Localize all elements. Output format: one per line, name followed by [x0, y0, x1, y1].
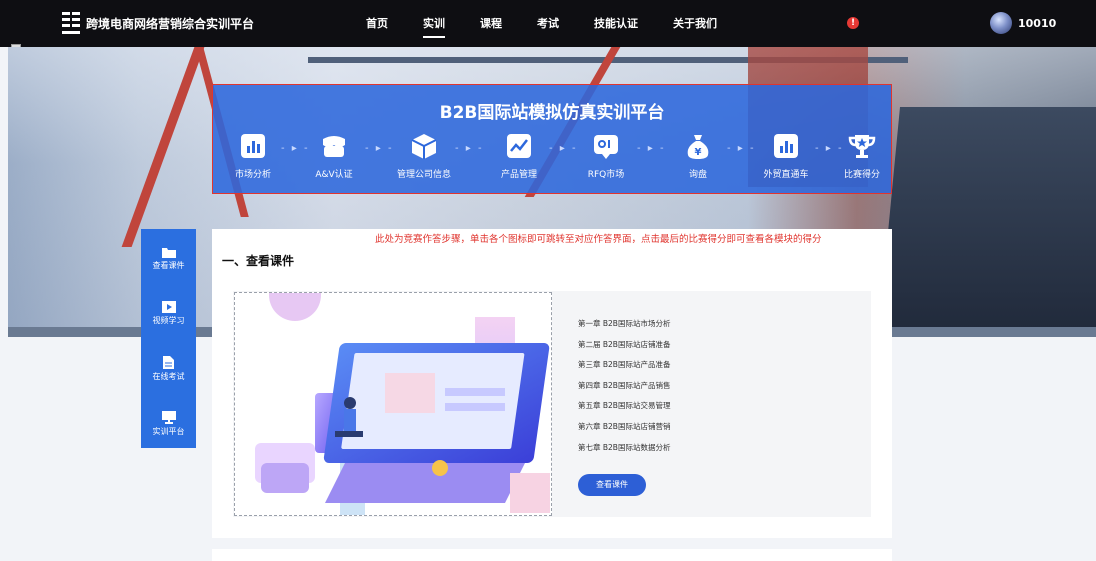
trophy-icon	[848, 135, 876, 158]
step-market-analysis[interactable]: 市场分析	[218, 129, 288, 180]
rfq-chat-icon	[594, 135, 618, 159]
step-label: 外贸直通车	[763, 170, 809, 180]
step-direct-train[interactable]: 外贸直通车	[751, 129, 821, 180]
section-title: 一、查看课件	[222, 254, 295, 268]
ship-decoration	[878, 107, 1096, 337]
step-label: 管理公司信息	[396, 170, 451, 180]
chapter-item[interactable]: 第二届 B2B国际站店铺准备	[578, 339, 670, 360]
nav-item-exams[interactable]: 考试	[537, 0, 559, 47]
avatar[interactable]	[990, 12, 1012, 34]
step-label: 市场分析	[234, 170, 271, 180]
top-navbar: 跨境电商网络营销综合实训平台 首页 实训 课程 考试 技能认证 关于我们 ! 1…	[0, 0, 1096, 47]
instruction-notice: 此处为竞赛作答步骤，单击各个图标即可跳转至对应作答界面，点击最后的比赛得分即可查…	[375, 234, 822, 245]
side-item-label: 实训平台	[152, 427, 185, 436]
step-label: 产品管理	[500, 170, 537, 180]
logo[interactable]: 跨境电商网络营销综合实训平台	[62, 12, 254, 34]
laptop-illustration	[255, 293, 550, 515]
monitor-icon	[161, 411, 176, 424]
alert-circle-icon[interactable]: !	[847, 17, 859, 29]
step-product-management[interactable]: 产品管理	[484, 129, 554, 180]
chapter-item[interactable]: 第六章 B2B国际站店铺营销	[578, 421, 670, 442]
svg-text:¥: ¥	[695, 147, 702, 158]
banner-title: B2B国际站模拟仿真实训平台	[439, 103, 665, 123]
document-icon	[163, 356, 174, 369]
side-item-label: 视频学习	[152, 316, 185, 325]
main-nav: 首页 实训 课程 考试 技能认证 关于我们	[366, 0, 752, 47]
chapter-list: 第一章 B2B国际站市场分析 第二届 B2B国际站店铺准备 第三章 B2B国际站…	[578, 318, 670, 462]
nav-item-about[interactable]: 关于我们	[673, 0, 717, 47]
video-icon	[161, 301, 176, 313]
storefront-icon	[323, 136, 345, 157]
arrow-right-icon: - ▸ -	[637, 143, 666, 154]
bar-chart-icon	[774, 134, 798, 158]
side-item-label: 查看课件	[152, 261, 185, 270]
step-inquiry[interactable]: ¥ 询盘	[663, 129, 733, 180]
chapter-item[interactable]: 第三章 B2B国际站产品准备	[578, 359, 670, 380]
side-item-online-exam[interactable]: 在线考试	[141, 356, 196, 382]
side-item-training-platform[interactable]: 实训平台	[141, 411, 196, 437]
step-av-certification[interactable]: A&V认证	[299, 129, 369, 180]
step-label: 比赛得分	[843, 170, 880, 180]
chapter-item[interactable]: 第四章 B2B国际站产品销售	[578, 380, 670, 401]
side-item-label: 在线考试	[152, 372, 185, 381]
step-label: RFQ市场	[587, 170, 625, 180]
logo-icon	[62, 12, 80, 34]
chapter-item[interactable]: 第七章 B2B国际站数据分析	[578, 442, 670, 463]
nav-item-certification[interactable]: 技能认证	[594, 0, 638, 47]
chapter-item[interactable]: 第一章 B2B国际站市场分析	[578, 318, 670, 339]
nav-item-home[interactable]: 首页	[366, 0, 388, 47]
trend-line-icon	[507, 134, 531, 158]
cube-icon	[411, 134, 437, 159]
courseware-illustration	[234, 292, 552, 516]
step-list: 市场分析 - ▸ - A&V认证 - ▸ - 管理公司信息 - ▸ - 产品管理…	[213, 129, 893, 189]
side-menu: 查看课件 视频学习 在线考试 实训平台	[141, 229, 196, 448]
user-menu[interactable]: 10010	[990, 12, 1056, 34]
training-steps-banner: B2B国际站模拟仿真实训平台 市场分析 - ▸ - A&V认证 - ▸ - 管理…	[212, 84, 892, 194]
chapter-item[interactable]: 第五章 B2B国际站交易管理	[578, 400, 670, 421]
crane-decoration	[121, 47, 205, 247]
next-section-card	[212, 549, 892, 561]
view-courseware-button[interactable]: 查看课件	[578, 474, 646, 496]
side-item-video-learning[interactable]: 视频学习	[141, 301, 196, 326]
step-competition-score[interactable]: 比赛得分	[827, 129, 897, 180]
money-bag-icon: ¥	[687, 135, 709, 159]
folder-icon	[161, 248, 176, 258]
arrow-right-icon: - ▸ -	[455, 143, 484, 154]
step-label: 询盘	[688, 170, 707, 180]
side-item-view-courseware[interactable]: 查看课件	[141, 247, 196, 271]
app-title: 跨境电商网络营销综合实训平台	[86, 16, 255, 31]
step-rfq-market[interactable]: RFQ市场	[571, 129, 641, 180]
step-label: A&V认证	[315, 170, 353, 180]
user-id: 10010	[1018, 16, 1057, 30]
step-company-info[interactable]: 管理公司信息	[389, 129, 459, 180]
nav-item-training[interactable]: 实训	[423, 0, 445, 47]
bar-chart-icon	[241, 134, 265, 158]
nav-item-courses[interactable]: 课程	[480, 0, 502, 47]
